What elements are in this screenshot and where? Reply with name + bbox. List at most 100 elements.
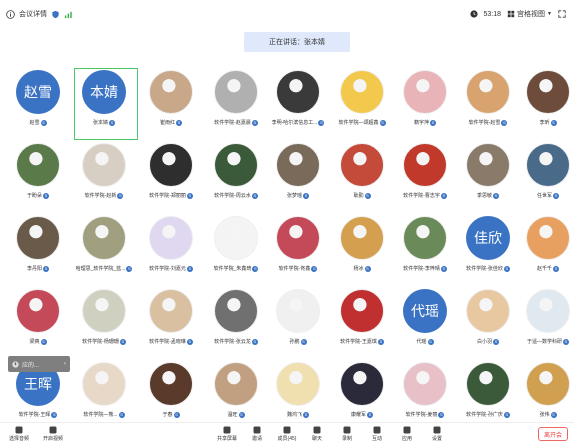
participant-name: 软件学院-刘嘉元 bbox=[149, 266, 186, 272]
participant-tile[interactable]: 软件学院-赵嘉晨 S bbox=[204, 56, 268, 130]
bottom-center-item[interactable]: 应用 bbox=[394, 425, 420, 442]
bottom-center-item[interactable]: 成员(45) bbox=[274, 425, 300, 442]
participant-name-row: 于遥—数学科研 S bbox=[516, 338, 574, 345]
bottom-center-item[interactable]: 录制 bbox=[334, 425, 360, 442]
avatar-photo bbox=[466, 289, 510, 333]
avatar-photo bbox=[340, 143, 384, 187]
participant-tile[interactable]: 康耀军 S bbox=[330, 348, 394, 422]
participant-tile[interactable]: 软件学院-佟鑫 S bbox=[266, 202, 330, 276]
participant-tile[interactable]: 李昕 S bbox=[516, 56, 574, 130]
avatar-photo bbox=[82, 143, 126, 187]
participant-name: 张伟 bbox=[539, 412, 550, 418]
participant-tile[interactable]: 软件学院-赵雪 S bbox=[456, 56, 520, 130]
chevron-left-icon[interactable]: ‹ bbox=[64, 361, 66, 367]
participant-tile[interactable]: 佳欣软件学院-张佳欣 S bbox=[456, 202, 520, 276]
participant-name-row: 软件学院-周云水 S bbox=[204, 192, 268, 199]
bottom-center-item[interactable]: 互动 bbox=[364, 425, 390, 442]
participant-tile[interactable]: 软件学院-孟晓琳 S bbox=[139, 275, 203, 349]
participant-tile[interactable]: 任世军 S bbox=[516, 129, 574, 203]
status-badge-icon: S bbox=[251, 192, 258, 199]
participant-tile[interactable]: 软件学院-郑丽丽 S bbox=[139, 129, 203, 203]
status-badge-icon: S bbox=[501, 119, 508, 126]
bottom-center-item[interactable]: 设置 bbox=[424, 425, 450, 442]
participant-tile[interactable]: 软件学院-曹志宇 S bbox=[393, 129, 457, 203]
share-screen-icon bbox=[222, 425, 232, 435]
participant-tile[interactable]: 于盼朵 S bbox=[6, 129, 70, 203]
participant-tile[interactable]: 温旺 S bbox=[204, 348, 268, 422]
participant-name: 季思敏 bbox=[476, 193, 492, 199]
participant-tile[interactable]: 白小羽 S bbox=[456, 275, 520, 349]
participant-tile[interactable]: 软件学院-张云龙 S bbox=[204, 275, 268, 349]
participant-name: 白小羽 bbox=[476, 339, 492, 345]
avatar-text: 佳欣 bbox=[466, 216, 510, 260]
bottom-center-item[interactable]: 聊天 bbox=[304, 425, 330, 442]
participant-tile[interactable]: 代瑶 代瑶 S bbox=[393, 275, 457, 349]
invite-icon bbox=[252, 425, 262, 435]
participant-tile[interactable]: 耿勤 S bbox=[330, 129, 394, 203]
status-badge-icon: S bbox=[503, 265, 510, 272]
participant-tile[interactable]: 籍宇萍 S bbox=[393, 56, 457, 130]
participant-name: 李昕 bbox=[539, 120, 550, 126]
meeting-details-label: 会议详情 bbox=[19, 11, 47, 18]
participant-tile[interactable]: 软件学院-周云水 S bbox=[204, 129, 268, 203]
audio-icon bbox=[14, 425, 24, 435]
participant-name-row: 温旺 S bbox=[204, 411, 268, 418]
view-mode-button[interactable]: 宫格视图 ▼ bbox=[507, 9, 552, 19]
status-badge-icon: S bbox=[553, 265, 559, 272]
participant-tile[interactable]: 哈理思_软件学院_蓝... S bbox=[72, 202, 136, 276]
participant-tile[interactable]: 软件学院_朱鑫琦 S bbox=[204, 202, 268, 276]
participant-tile[interactable]: 于春 S bbox=[139, 348, 203, 422]
participant-tile[interactable]: 软件学院-赵新 S bbox=[72, 129, 136, 203]
participant-tile[interactable]: 于遥—数学科研 S bbox=[516, 275, 574, 349]
participant-tile[interactable]: 张梦瑶 S bbox=[266, 129, 330, 203]
participant-tile[interactable]: 软件学院—颂超鑫 S bbox=[330, 56, 394, 130]
bottom-left-item[interactable]: 开启视频 bbox=[40, 425, 66, 442]
participant-tile[interactable]: 崔雨红 S bbox=[139, 56, 203, 130]
status-badge-icon: S bbox=[550, 411, 557, 418]
clock-icon bbox=[469, 10, 478, 18]
participant-tile[interactable]: 孙鹏 S bbox=[266, 275, 330, 349]
status-badge-icon: S bbox=[427, 338, 434, 345]
avatar-photo bbox=[276, 143, 320, 187]
participant-tile[interactable]: 张伟 S bbox=[516, 348, 574, 422]
participant-name: 软件学院-曹志宇 bbox=[403, 193, 440, 199]
bottom-center-item[interactable]: 邀请 bbox=[244, 425, 270, 442]
participant-tile[interactable]: 赵千千 S bbox=[516, 202, 574, 276]
participant-tile[interactable]: 软件学院-孙广庆 S bbox=[456, 348, 520, 422]
participant-tile[interactable]: 李丹阳 S bbox=[6, 202, 70, 276]
participant-tile[interactable]: 李明-哈尔滨信息工... S bbox=[266, 56, 330, 130]
participant-tile[interactable]: 软件学院-李梓晴 S bbox=[393, 202, 457, 276]
participant-tile[interactable]: 软件学院-王嘉琪 S bbox=[330, 275, 394, 349]
participant-name: 软件学院-王晖 bbox=[18, 412, 51, 418]
participant-tile[interactable]: 魏鸿飞 S bbox=[266, 348, 330, 422]
participant-name: 软件学院-张佳欣 bbox=[466, 266, 503, 272]
avatar-photo bbox=[149, 216, 193, 260]
participant-tile[interactable]: 软件学院-姜丽 S bbox=[393, 348, 457, 422]
participant-name: 温旺 bbox=[227, 412, 238, 418]
bottom-item-label: 选择音频 bbox=[8, 436, 29, 442]
status-badge-icon: S bbox=[311, 265, 318, 272]
leave-meeting-button[interactable]: 离开会 bbox=[538, 427, 568, 441]
shield-icon bbox=[52, 10, 59, 18]
participant-name: 李丹阳 bbox=[26, 266, 42, 272]
participant-tile[interactable]: 软件学院—熊... S bbox=[72, 348, 136, 422]
bottom-center-item[interactable]: 共享屏幕 bbox=[214, 425, 240, 442]
participant-tile[interactable]: 赵雪 赵雪 S bbox=[6, 56, 70, 130]
meeting-details[interactable]: 会议详情 bbox=[6, 9, 73, 19]
participant-name-row: 张梦瑶 S bbox=[266, 192, 330, 199]
participant-name-row: 软件学院-孟晓琳 S bbox=[139, 338, 203, 345]
status-badge-icon: S bbox=[252, 265, 259, 272]
apps-icon bbox=[402, 425, 412, 435]
participant-tile[interactable]: 软件学院-刘嘉元 S bbox=[139, 202, 203, 276]
participant-tile[interactable]: 季思敏 S bbox=[456, 129, 520, 203]
floating-panel[interactable]: 应的... ‹ bbox=[8, 356, 70, 372]
fullscreen-icon[interactable] bbox=[558, 10, 566, 18]
bottom-left-item[interactable]: 选择音频 bbox=[6, 425, 32, 442]
participant-tile[interactable]: 梁爽 S bbox=[6, 275, 70, 349]
status-badge-icon: S bbox=[43, 192, 49, 199]
participant-tile[interactable]: 杨冰 S bbox=[330, 202, 394, 276]
participant-tile[interactable]: 软件学院-杨珊珊 S bbox=[72, 275, 136, 349]
participant-name: 软件学院-孙广庆 bbox=[466, 412, 503, 418]
interact-icon bbox=[372, 425, 382, 435]
participant-name-row: 软件学院-孙广庆 S bbox=[456, 411, 520, 418]
